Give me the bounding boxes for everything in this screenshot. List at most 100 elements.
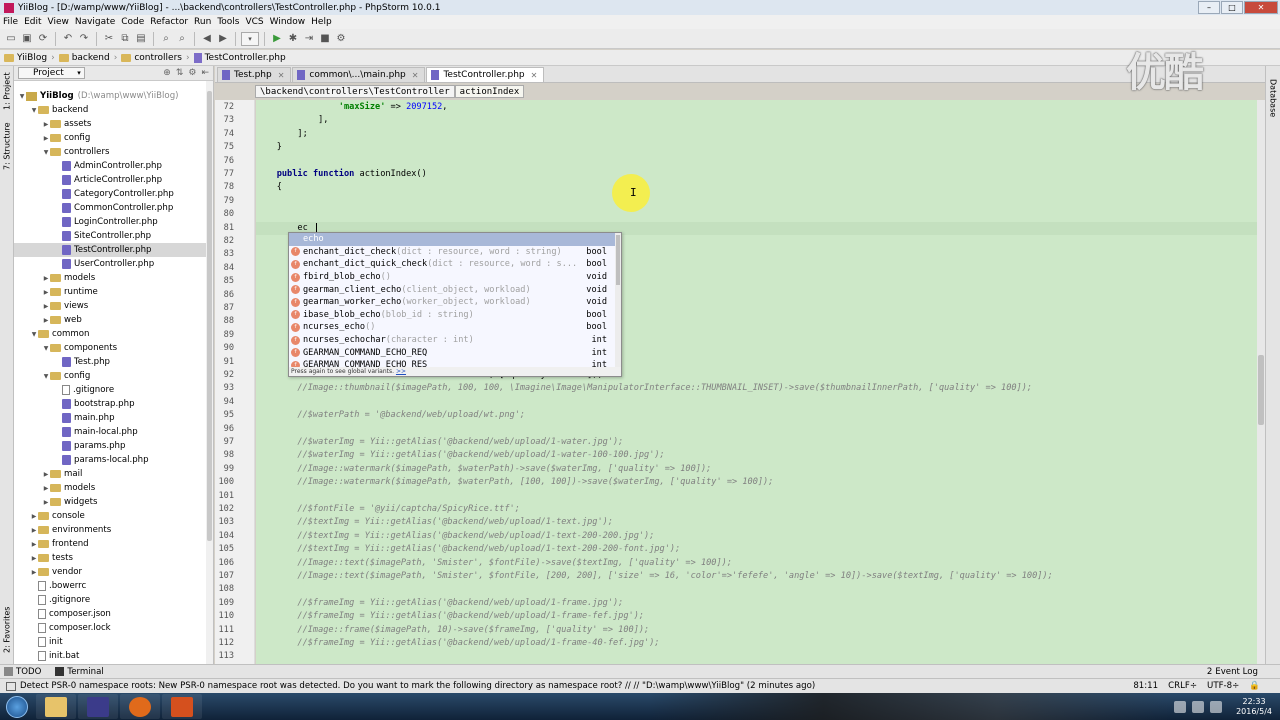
tree-item[interactable]: ▶ models — [14, 271, 208, 285]
close-icon[interactable]: ✕ — [278, 71, 285, 80]
todo-tab[interactable]: TODO — [4, 667, 41, 677]
expanded-arrow-icon[interactable]: ▼ — [18, 93, 26, 100]
tree-item[interactable]: init — [14, 635, 208, 649]
expanded-arrow-icon[interactable]: ▼ — [30, 331, 38, 338]
completion-item[interactable]: f ncurses_echo() bool — [289, 321, 621, 334]
settings-icon[interactable]: ⚙ — [334, 32, 348, 46]
tree-item[interactable]: CategoryController.php — [14, 187, 208, 201]
tree-item[interactable]: ▼ YiiBlog (D:\wamp\www\YiiBlog) — [14, 89, 208, 103]
tree-item[interactable]: ▼ components — [14, 341, 208, 355]
status-message[interactable]: Detect PSR-0 namespace roots: New PSR-0 … — [20, 681, 815, 691]
code-line[interactable]: public function actionIndex() — [256, 168, 427, 181]
tree-item[interactable]: ▶ runtime — [14, 285, 208, 299]
collapsed-arrow-icon[interactable]: ▶ — [30, 555, 38, 562]
tree-item[interactable]: UserController.php — [14, 257, 208, 271]
method-crumb[interactable]: actionIndex — [454, 85, 525, 98]
code-line[interactable]: //$frameImg = Yii::getAlias('@backend/we… — [256, 610, 644, 623]
collapsed-arrow-icon[interactable]: ▶ — [30, 569, 38, 576]
find-icon[interactable]: ⌕ — [159, 32, 173, 46]
stop-icon[interactable]: ■ — [318, 32, 332, 46]
redo-icon[interactable]: ↷ — [77, 32, 91, 46]
nav-crumb[interactable]: TestController.php — [193, 52, 286, 63]
gear-icon[interactable]: ⚙ — [188, 68, 196, 78]
tree-item[interactable]: ▼ backend — [14, 103, 208, 117]
code-line[interactable]: //$textImg = Yii::getAlias('@backend/web… — [256, 543, 680, 556]
lock-icon[interactable]: 🔒 — [1249, 681, 1260, 691]
code-line[interactable]: //$waterPath = '@backend/web/upload/wt.p… — [256, 409, 525, 422]
forward-icon[interactable]: ▶ — [216, 32, 230, 46]
taskbar-explorer[interactable] — [36, 694, 76, 719]
tree-item[interactable]: LoginController.php — [14, 215, 208, 229]
code-line[interactable]: } — [256, 141, 282, 154]
menu-run[interactable]: Run — [194, 17, 217, 27]
collapsed-arrow-icon[interactable]: ▶ — [42, 485, 50, 492]
code-editor[interactable]: 'maxSize' => 2097152, ], ]; } public fun… — [256, 100, 1264, 664]
undo-icon[interactable]: ↶ — [61, 32, 75, 46]
network-icon[interactable] — [1192, 700, 1205, 713]
code-line[interactable]: ], — [256, 114, 328, 127]
tree-item[interactable]: ▶ frontend — [14, 537, 208, 551]
collapse-all-icon[interactable]: ⇅ — [176, 68, 184, 78]
nav-crumb[interactable]: backend — [58, 53, 110, 63]
line-separator[interactable]: CRLF÷ — [1168, 681, 1197, 691]
collapsed-arrow-icon[interactable]: ▶ — [42, 303, 50, 310]
editor-scrollbar[interactable] — [1257, 100, 1265, 664]
menu-edit[interactable]: Edit — [24, 17, 47, 27]
run-config-dropdown-icon[interactable]: ▾ — [241, 31, 259, 46]
nav-crumb[interactable]: controllers — [121, 53, 182, 63]
code-line[interactable]: //$frameImg = Yii::getAlias('@backend/we… — [256, 637, 659, 650]
completion-scrollbar[interactable] — [615, 233, 621, 367]
tree-item[interactable]: composer.json — [14, 607, 208, 621]
collapsed-arrow-icon[interactable]: ▶ — [30, 541, 38, 548]
tree-item[interactable]: composer.lock — [14, 621, 208, 635]
expanded-arrow-icon[interactable]: ▼ — [42, 149, 50, 156]
completion-item[interactable]: f ibase_blob_echo (blob_id : string) bool — [289, 309, 621, 322]
synchronize-icon[interactable]: ⟳ — [36, 32, 50, 46]
scrollbar-thumb[interactable] — [616, 235, 620, 285]
step-icon[interactable]: ⇥ — [302, 32, 316, 46]
expanded-arrow-icon[interactable]: ▼ — [42, 373, 50, 380]
tool-window-toggle-icon[interactable] — [6, 681, 16, 691]
tree-item[interactable]: ▶ tests — [14, 551, 208, 565]
menu-help[interactable]: Help — [311, 17, 338, 27]
paste-icon[interactable]: ▤ — [134, 32, 148, 46]
menu-file[interactable]: File — [3, 17, 24, 27]
menu-window[interactable]: Window — [270, 17, 312, 27]
code-line[interactable]: //Image::watermark($imagePath, $waterPat… — [256, 476, 773, 489]
caret-position[interactable]: 81:11 — [1133, 681, 1158, 691]
menu-code[interactable]: Code — [121, 17, 150, 27]
code-line[interactable]: { — [256, 181, 282, 194]
editor-tab[interactable]: common\...\main.php ✕ — [292, 67, 426, 82]
taskbar-phpstorm[interactable] — [78, 694, 118, 719]
scrollbar-thumb[interactable] — [207, 91, 212, 541]
volume-icon[interactable] — [1210, 700, 1223, 713]
open-folder-icon[interactable]: ▭ — [4, 32, 18, 46]
tree-item[interactable]: SiteController.php — [14, 229, 208, 243]
collapsed-arrow-icon[interactable]: ▶ — [42, 135, 50, 142]
taskbar-firefox[interactable] — [120, 694, 160, 719]
completion-item[interactable]: f gearman_client_echo (client_object, work… — [289, 283, 621, 296]
code-line[interactable]: 'maxSize' => 2097152, — [256, 101, 448, 114]
menu-navigate[interactable]: Navigate — [75, 17, 121, 27]
clock[interactable]: 22:33 2016/5/4 — [1236, 697, 1272, 717]
tree-item[interactable]: ▶ web — [14, 313, 208, 327]
collapsed-arrow-icon[interactable]: ▶ — [42, 471, 50, 478]
tree-item[interactable]: ▶ console — [14, 509, 208, 523]
tree-item[interactable]: ▶ mail — [14, 467, 208, 481]
tree-item[interactable]: main-local.php — [14, 425, 208, 439]
tree-item[interactable]: params-local.php — [14, 453, 208, 467]
maximize-button[interactable]: □ — [1221, 1, 1243, 14]
menu-view[interactable]: View — [48, 17, 75, 27]
hide-panel-icon[interactable]: ⇤ — [201, 68, 209, 78]
completion-item[interactable]: f gearman_worker_echo (worker_object, work… — [289, 296, 621, 309]
tree-item[interactable]: main.php — [14, 411, 208, 425]
code-line[interactable]: //$frameImg = Yii::getAlias('@backend/we… — [256, 597, 623, 610]
menu-tools[interactable]: Tools — [217, 17, 245, 27]
tree-item[interactable]: ▶ config — [14, 131, 208, 145]
tree-item[interactable]: TestController.php — [14, 243, 208, 257]
terminal-tab[interactable]: Terminal — [55, 667, 104, 677]
tree-item[interactable]: ▶ environments — [14, 523, 208, 537]
tray-icon[interactable] — [1174, 700, 1187, 713]
code-line[interactable]: //$waterImg = Yii::getAlias('@backend/we… — [256, 436, 623, 449]
copy-icon[interactable]: ⧉ — [118, 32, 132, 46]
